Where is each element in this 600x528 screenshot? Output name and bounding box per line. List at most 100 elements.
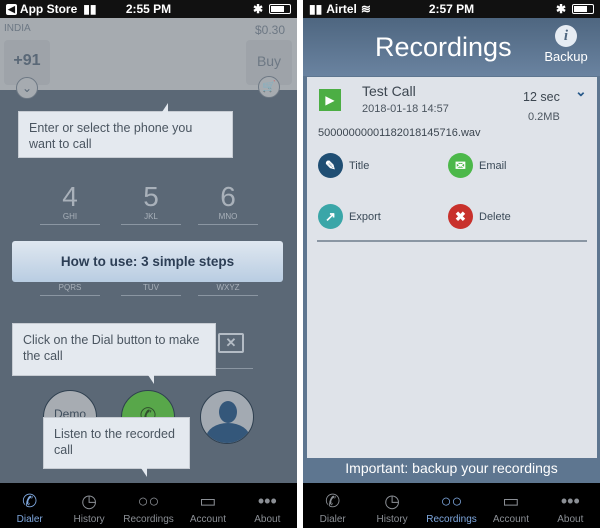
voicemail-icon: ○○ <box>440 490 463 511</box>
backup-button[interactable]: i Backup <box>541 25 591 64</box>
tab-history[interactable]: ◷ History <box>362 483 421 528</box>
bluetooth-icon: ✱ <box>252 2 263 16</box>
back-icon: ◀ <box>6 3 17 15</box>
tab-label: History <box>73 514 105 525</box>
balance: $0.30 <box>254 23 285 37</box>
recordings-list: ▶ Test Call 2018-01-18 14:57 12 sec 0.2M… <box>307 77 597 458</box>
tab-recordings[interactable]: ○○ Recordings <box>422 483 481 528</box>
tab-dialer[interactable]: ✆ Dialer <box>0 483 59 528</box>
letters: PQRS <box>40 283 100 296</box>
tab-label: About <box>557 514 584 525</box>
key-6[interactable]: 6 MNO <box>198 182 258 225</box>
key-5[interactable]: 5 JKL <box>121 182 181 225</box>
divider <box>317 240 587 242</box>
recording-size: 0.2MB <box>528 111 560 123</box>
export-icon: ↗ <box>318 204 343 229</box>
tooltip-text: Listen to the recorded call <box>54 427 175 457</box>
card-icon: ▭ <box>199 490 217 511</box>
wifi-icon: ≋ <box>360 2 371 16</box>
tab-label: Dialer <box>319 514 346 525</box>
signal-icon: ▮▮ <box>83 2 97 16</box>
tab-about[interactable]: ••• About <box>541 483 600 528</box>
chevron-down-icon[interactable]: ⌄ <box>16 77 38 99</box>
country-code: +91 <box>13 52 41 69</box>
clock-icon: ◷ <box>384 490 400 511</box>
tab-label: Recordings <box>426 514 477 525</box>
bluetooth-icon: ✱ <box>555 2 566 16</box>
carrier: App Store <box>19 2 78 16</box>
tab-bar: ✆ Dialer ◷ History ○○ Recordings ▭ Account •… <box>303 483 600 528</box>
tab-account[interactable]: ▭ Account <box>178 483 237 528</box>
recording-duration: 12 sec <box>523 90 560 104</box>
digit: 4 <box>62 181 78 212</box>
tooltip-dial: Click on the Dial button to make the cal… <box>12 323 216 384</box>
recording-filename: 50000000001182018145716.wav <box>318 127 481 139</box>
page-title: Recordings <box>375 32 512 62</box>
tab-account[interactable]: ▭ Account <box>481 483 540 528</box>
play-icon[interactable]: ▶ <box>319 89 341 111</box>
card-icon: ▭ <box>502 490 520 511</box>
backup-label: Backup <box>544 49 588 64</box>
delete-button[interactable]: ✖ Delete <box>448 204 511 229</box>
tab-dialer[interactable]: ✆ Dialer <box>303 483 362 528</box>
buy-label: Buy <box>256 53 282 69</box>
action-label: Export <box>349 210 381 223</box>
key-8[interactable]: TUV <box>121 283 181 296</box>
more-icon: ••• <box>257 490 277 511</box>
tab-label: Account <box>492 514 529 525</box>
signal-icon: ▮▮ <box>309 2 323 16</box>
letters: TUV <box>121 283 181 296</box>
email-icon: ✉ <box>448 153 473 178</box>
letters: JKL <box>121 212 181 225</box>
battery-icon <box>269 4 291 14</box>
country-label: INDIA <box>4 23 31 34</box>
phone-icon: ✆ <box>325 490 341 511</box>
carrier: Airtel <box>326 2 357 16</box>
status-bar: ▮▮ Airtel ≋ 2:57 PM ✱ <box>303 0 600 18</box>
contacts-button[interactable] <box>200 390 254 444</box>
delete-icon: ✖ <box>448 204 473 229</box>
letters: MNO <box>198 212 258 225</box>
action-label: Title <box>349 159 370 172</box>
backspace-icon[interactable]: ✕ <box>218 333 244 353</box>
tooltip-enter-number: Enter or select the phone you want to ca… <box>18 103 233 158</box>
recording-name: Test Call <box>362 83 416 99</box>
tab-recordings[interactable]: ○○ Recordings <box>119 483 178 528</box>
more-icon: ••• <box>560 490 580 511</box>
back-to-app-store[interactable]: ◀ App Store <box>6 2 77 16</box>
voicemail-icon: ○○ <box>137 490 160 511</box>
digit: 5 <box>143 181 159 212</box>
key-9[interactable]: WXYZ <box>198 283 258 296</box>
digit: 6 <box>220 181 236 212</box>
tab-label: Dialer <box>16 514 43 525</box>
phone-icon: ✆ <box>22 490 38 511</box>
action-label: Delete <box>479 210 511 223</box>
key-7[interactable]: PQRS <box>40 283 100 296</box>
export-button[interactable]: ↗ Export <box>318 204 381 229</box>
tooltip-text: Enter or select the phone you want to ca… <box>29 121 193 151</box>
key-4[interactable]: 4 GHI <box>40 182 100 225</box>
recording-datetime: 2018-01-18 14:57 <box>362 103 449 115</box>
edit-icon: ✎ <box>318 153 343 178</box>
tab-history[interactable]: ◷ History <box>59 483 118 528</box>
person-icon <box>219 401 237 423</box>
tab-label: Account <box>189 514 226 525</box>
battery-icon <box>572 4 594 14</box>
dialer-screen: ◀ App Store ▮▮ 2:55 PM ✱ INDIA $0.30 +91 … <box>0 0 297 528</box>
how-to-label: How to use: 3 simple steps <box>60 254 235 269</box>
email-button[interactable]: ✉ Email <box>448 153 507 178</box>
divider <box>215 368 253 369</box>
info-icon: i <box>555 25 577 47</box>
letters: GHI <box>40 212 100 225</box>
how-to-use-button[interactable]: How to use: 3 simple steps <box>12 241 283 282</box>
chevron-down-icon[interactable]: ⌄ <box>575 83 587 100</box>
tooltip-text: Click on the Dial button to make the cal… <box>23 333 200 363</box>
tab-about[interactable]: ••• About <box>238 483 297 528</box>
tab-label: History <box>376 514 408 525</box>
tab-label: Recordings <box>123 514 174 525</box>
clock-icon: ◷ <box>81 490 97 511</box>
letters: WXYZ <box>198 283 258 296</box>
tab-label: About <box>254 514 281 525</box>
title-button[interactable]: ✎ Title <box>318 153 369 178</box>
cart-icon[interactable]: 🛒 <box>258 76 280 98</box>
